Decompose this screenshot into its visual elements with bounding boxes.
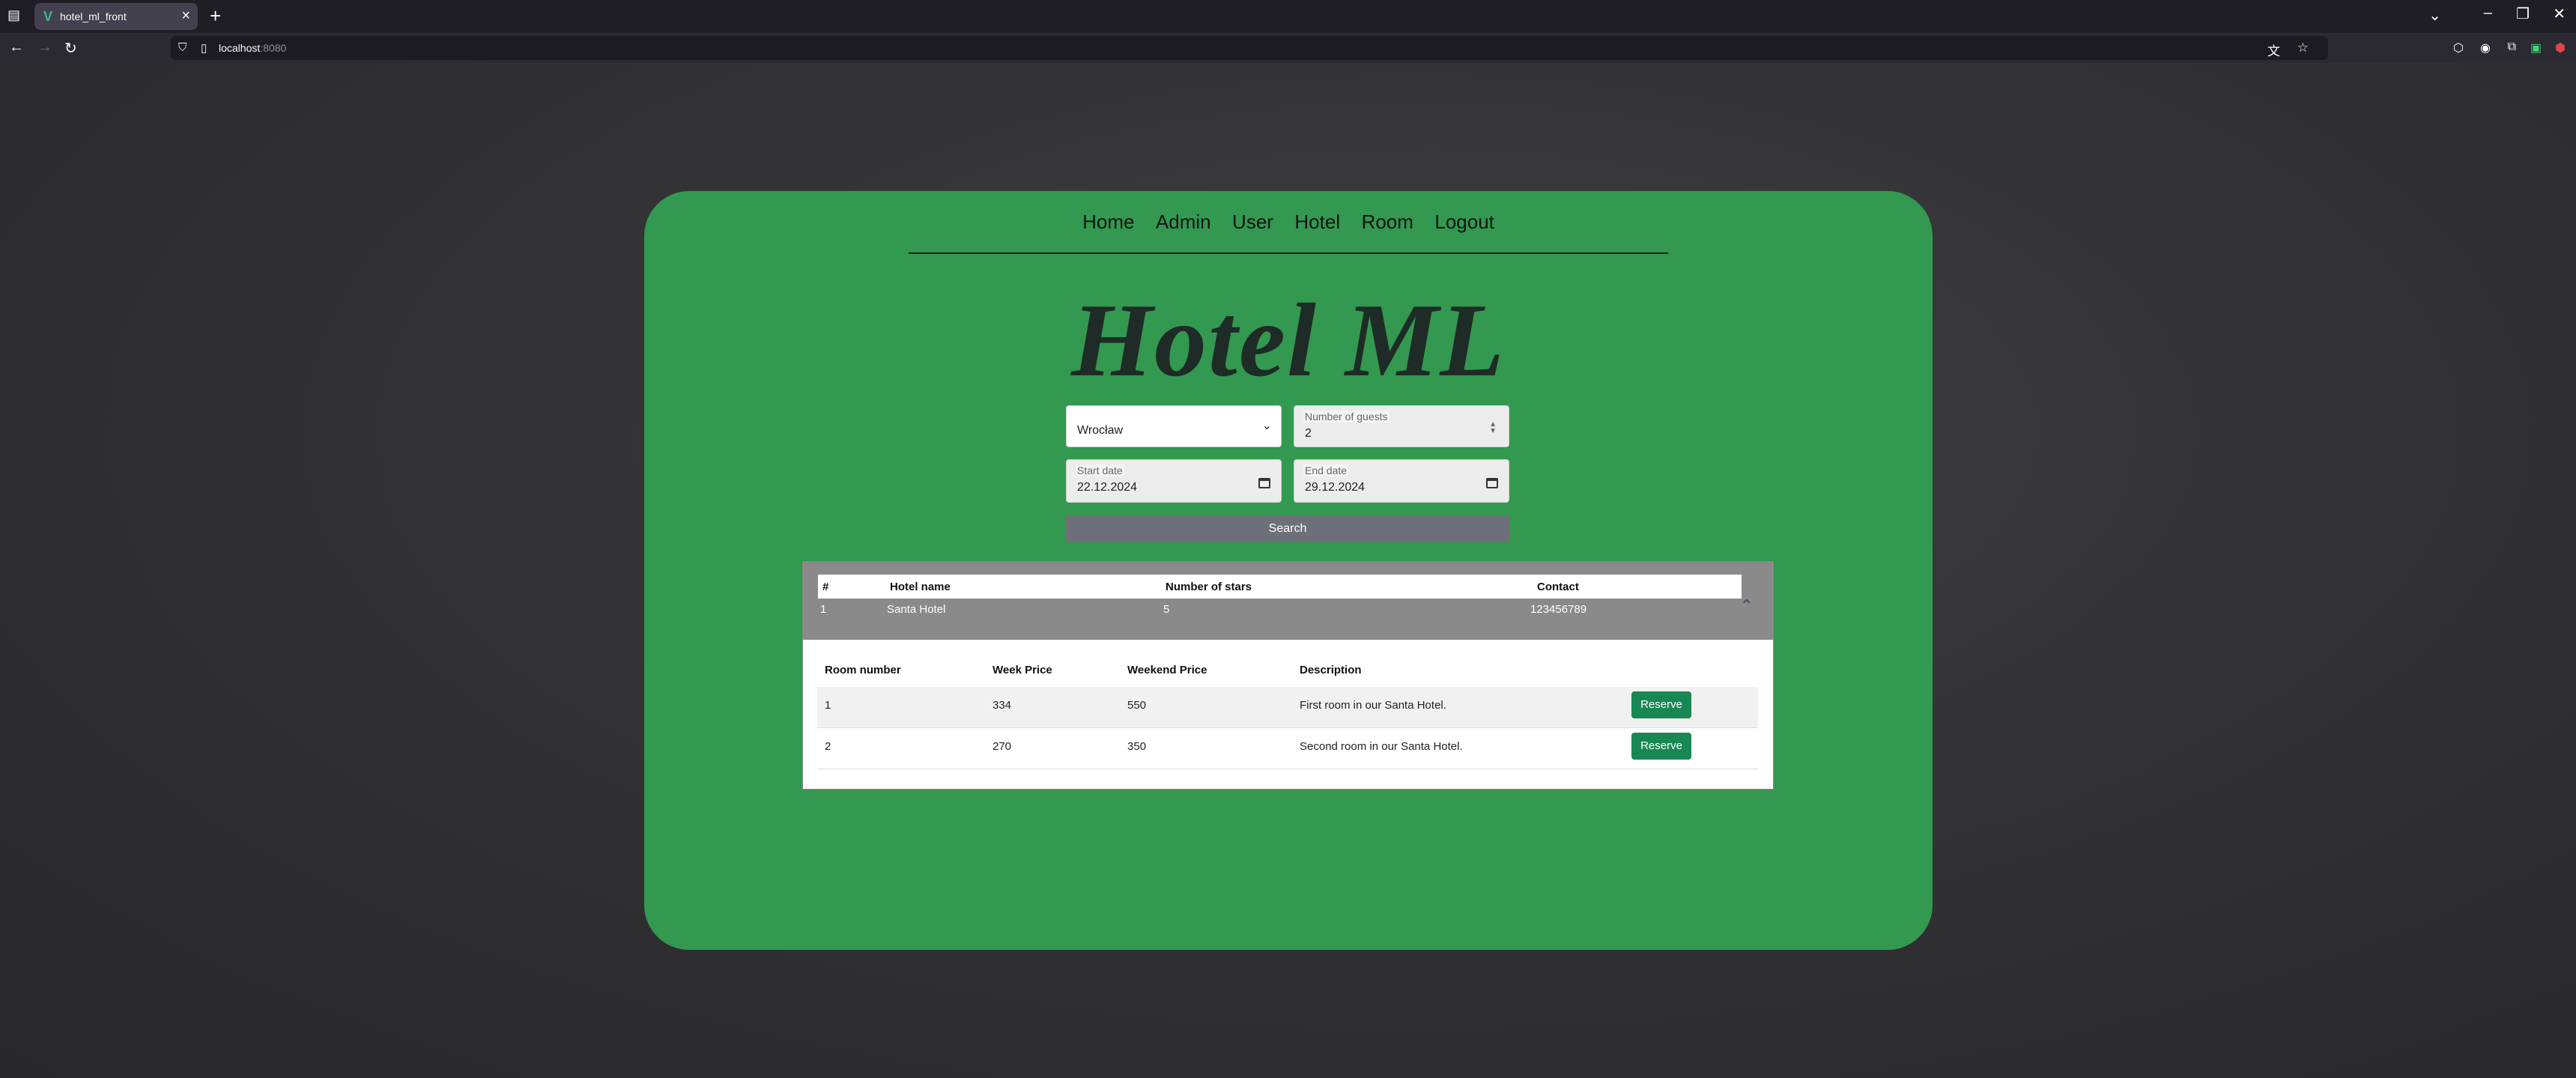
chevron-up-icon[interactable]: ⌃ (1740, 596, 1754, 616)
room-number: 2 (825, 740, 831, 753)
new-tab-icon[interactable]: + (210, 4, 221, 28)
page-info-icon[interactable]: ▯ (201, 41, 207, 55)
nav-hotel[interactable]: Hotel (1294, 211, 1340, 234)
room-number: 1 (825, 699, 831, 712)
col-room-number: Room number (825, 664, 901, 676)
extensions-icon[interactable]: ⧉ (2508, 40, 2516, 54)
reserve-button[interactable]: Reserve (1631, 733, 1691, 760)
hotel-accordion-header[interactable]: # Hotel name Number of stars Contact 1 S… (803, 562, 1773, 640)
calendar-icon[interactable] (1258, 478, 1270, 488)
hotel-contact: 123456789 (1530, 603, 1587, 616)
page-title: Hotel ML (1071, 282, 1506, 399)
room-description: Second room in our Santa Hotel. (1300, 740, 1463, 753)
nav-home[interactable]: Home (1082, 211, 1134, 234)
tab-title: hotel_ml_front (60, 10, 127, 22)
room-weekend-price: 350 (1127, 740, 1147, 753)
city-value: Wrocław (1077, 424, 1124, 437)
url-bar[interactable]: ⛉ ▯ localhost:8080 文 ☆ (171, 36, 2328, 60)
forward-icon[interactable]: → (37, 39, 52, 56)
shield-icon[interactable]: ⛉ (178, 41, 187, 54)
nav-user[interactable]: User (1232, 211, 1273, 234)
nav-divider (909, 252, 1668, 254)
start-date-label: Start date (1076, 464, 1124, 476)
col-week-price: Week Price (992, 664, 1052, 676)
hotel-table-header: # Hotel name Number of stars Contact (818, 575, 1742, 599)
search-button[interactable]: Search (1066, 515, 1509, 542)
hotel-index: 1 (820, 603, 827, 616)
main-nav: Home Admin User Hotel Room Logout (644, 211, 1933, 234)
table-row: 1 334 550 First room in our Santa Hotel.… (817, 687, 1758, 728)
tab-list-icon[interactable]: ▤ (7, 7, 20, 23)
translate-icon[interactable]: 文 (2267, 40, 2280, 59)
end-date-label: End date (1303, 464, 1349, 476)
account-icon[interactable]: ◉ (2480, 40, 2491, 55)
extension-icon[interactable]: ▣ (2530, 40, 2542, 55)
col-weekend-price: Weekend Price (1127, 664, 1207, 676)
minimize-icon[interactable]: – (2484, 4, 2492, 22)
reload-icon[interactable]: ↻ (64, 39, 77, 58)
window-close-icon[interactable]: ✕ (2553, 4, 2566, 23)
vue-favicon-icon: V (43, 9, 53, 24)
col-hotel-name: Hotel name (890, 581, 951, 593)
nav-room[interactable]: Room (1362, 211, 1413, 234)
results-panel: # Hotel name Number of stars Contact 1 S… (802, 561, 1774, 790)
pocket-icon[interactable]: ⬡ (2453, 40, 2464, 55)
nav-logout[interactable]: Logout (1434, 211, 1494, 234)
url-text[interactable]: localhost:8080 (219, 42, 286, 54)
guests-value: 2 (1305, 427, 1312, 440)
room-weekend-price: 550 (1127, 699, 1147, 712)
col-stars: Number of stars (1166, 581, 1252, 593)
start-date-input[interactable]: Start date 22.12.2024 (1066, 459, 1282, 503)
col-contact: Contact (1537, 581, 1579, 593)
browser-navbar: ← → ↻ ⛉ ▯ localhost:8080 文 ☆ ⬡ ◉ ⧉ ▣ ⬢ (0, 33, 2576, 63)
chevron-down-icon[interactable]: ⌄ (2428, 6, 2441, 25)
guests-input[interactable]: Number of guests 2 ▲ ▼ (1294, 405, 1509, 447)
end-date-input[interactable]: End date 29.12.2024 (1294, 459, 1509, 503)
browser-tabbar: ▤ V hotel_ml_front × + ⌄ – ❐ ✕ (0, 0, 2576, 33)
guests-label: Number of guests (1303, 411, 1389, 423)
main-card: Home Admin User Hotel Room Logout Hotel … (644, 191, 1933, 950)
room-week-price: 270 (992, 740, 1012, 753)
col-index: # (822, 581, 829, 593)
bookmark-star-icon[interactable]: ☆ (2297, 40, 2309, 55)
adblock-icon[interactable]: ⬢ (2555, 40, 2566, 55)
end-date-value: 29.12.2024 (1305, 481, 1366, 494)
close-tab-icon[interactable]: × (181, 7, 190, 25)
chevron-down-icon: ⌄ (1261, 420, 1272, 432)
table-row: 2 270 350 Second room in our Santa Hotel… (817, 728, 1758, 769)
city-select[interactable]: Wrocław ⌄ (1066, 405, 1282, 447)
calendar-icon[interactable] (1486, 478, 1498, 488)
start-date-value: 22.12.2024 (1077, 481, 1138, 494)
back-icon[interactable]: ← (9, 39, 24, 56)
nav-admin[interactable]: Admin (1156, 211, 1211, 234)
reserve-button[interactable]: Reserve (1631, 691, 1691, 718)
room-week-price: 334 (992, 699, 1012, 712)
restore-icon[interactable]: ❐ (2516, 4, 2530, 23)
stepper-icon[interactable]: ▲ ▼ (1489, 421, 1497, 435)
browser-tab[interactable]: V hotel_ml_front × (34, 3, 198, 30)
room-description: First room in our Santa Hotel. (1300, 699, 1446, 712)
hotel-stars: 5 (1163, 603, 1170, 616)
col-description: Description (1300, 664, 1362, 676)
hotel-name: Santa Hotel (887, 603, 946, 616)
